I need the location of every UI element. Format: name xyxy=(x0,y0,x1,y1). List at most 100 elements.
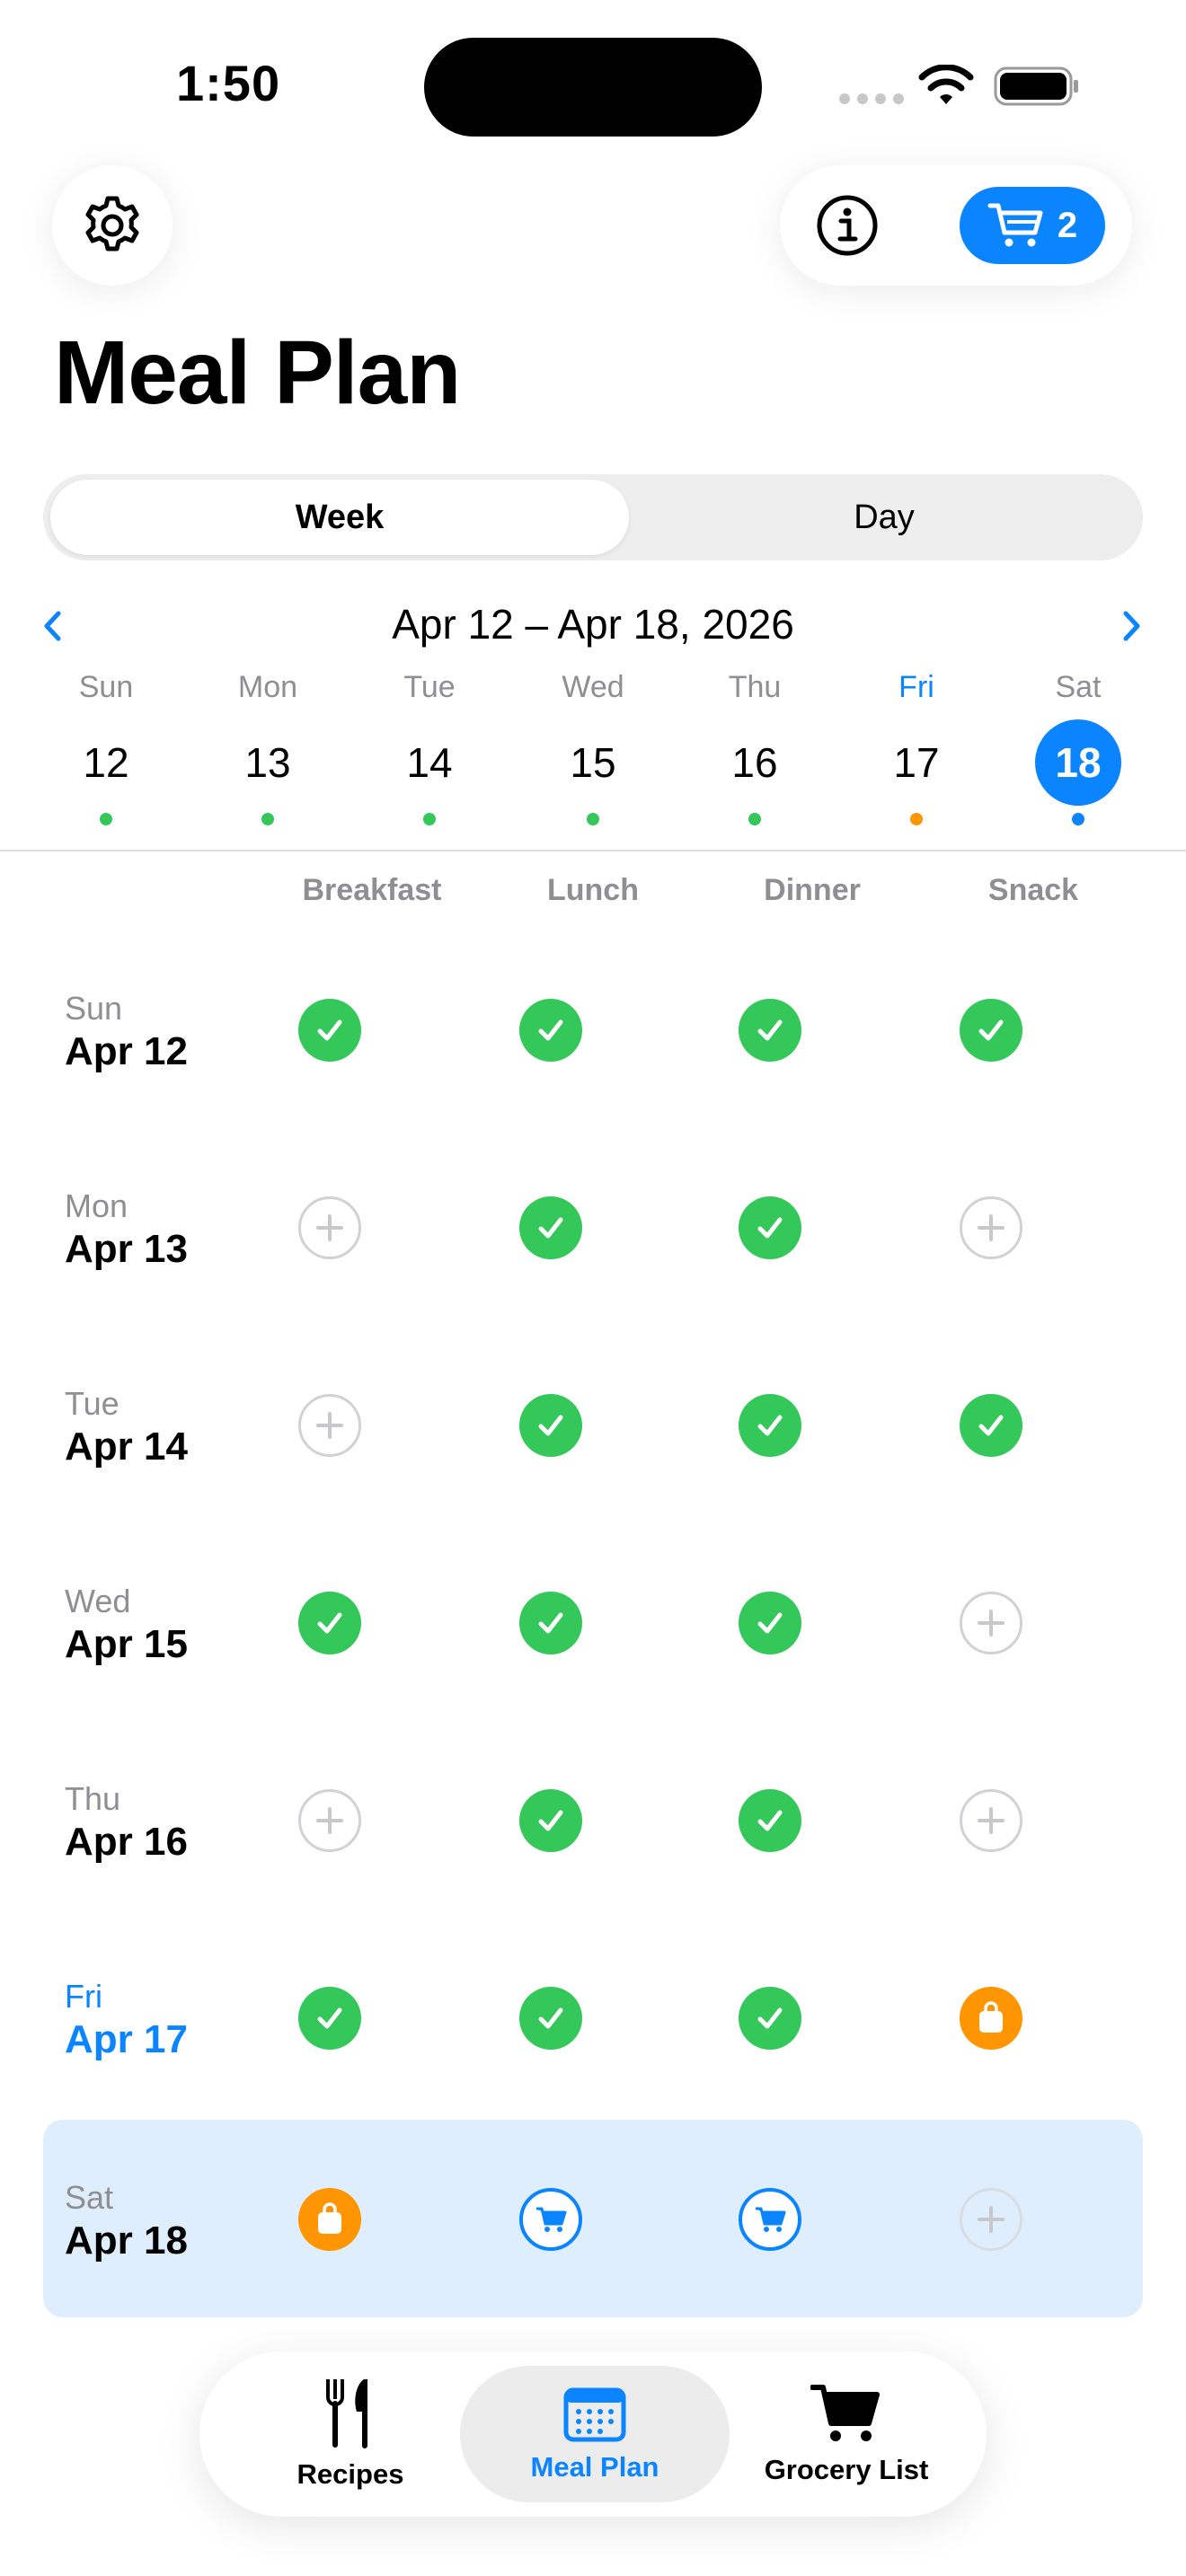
checkmark-icon xyxy=(538,1019,563,1041)
divider xyxy=(0,850,1186,851)
meal-status-done xyxy=(298,1987,361,2050)
meal-slot-dinner[interactable] xyxy=(739,2188,801,2251)
meal-slot-breakfast[interactable] xyxy=(298,1592,361,1654)
cart-icon xyxy=(536,2207,567,2232)
meal-slot-dinner[interactable] xyxy=(739,999,801,1062)
day-status-dot xyxy=(261,813,274,825)
meal-slot-lunch[interactable] xyxy=(519,1592,582,1654)
plus-icon xyxy=(316,1807,343,1834)
calendar-icon xyxy=(563,2387,626,2442)
next-week-button[interactable] xyxy=(1114,602,1150,650)
info-button[interactable] xyxy=(812,190,882,260)
tab-grocery-list[interactable]: Grocery List xyxy=(735,2366,958,2502)
meal-header-lunch: Lunch xyxy=(547,873,639,907)
week-day-thu[interactable]: Thu 16 xyxy=(701,670,809,825)
cart-button[interactable]: 2 xyxy=(960,187,1105,264)
meal-slot-snack[interactable] xyxy=(960,1394,1022,1457)
checkmark-icon xyxy=(757,1415,783,1436)
tab-label: Meal Plan xyxy=(530,2451,659,2483)
week-day-sat[interactable]: Sat 18 xyxy=(1024,670,1132,825)
row-day-label: Fri xyxy=(65,1978,102,2015)
tab-week[interactable]: Week xyxy=(50,480,629,555)
plus-icon xyxy=(978,1807,1005,1834)
day-status-dot xyxy=(1072,813,1084,825)
tab-day[interactable]: Day xyxy=(633,480,1136,555)
meal-slot-breakfast[interactable] xyxy=(298,999,361,1062)
checkmark-icon xyxy=(757,1810,783,1831)
meal-slot-snack[interactable] xyxy=(960,1196,1022,1259)
settings-button[interactable] xyxy=(52,165,173,286)
day-number: 12 xyxy=(83,739,129,786)
battery-icon xyxy=(994,66,1078,106)
row-date-label: Apr 18 xyxy=(65,2219,188,2263)
meal-status-done xyxy=(739,1394,801,1457)
meal-slot-snack[interactable] xyxy=(960,1987,1022,2050)
checkmark-icon xyxy=(757,1019,783,1041)
row-date-label: Apr 14 xyxy=(65,1425,188,1469)
meal-slot-breakfast[interactable] xyxy=(298,1394,361,1457)
checkmark-icon xyxy=(757,1217,783,1239)
tab-label: Recipes xyxy=(296,2458,404,2490)
tab-meal-plan[interactable]: Meal Plan xyxy=(460,2366,730,2502)
meal-status-done xyxy=(739,1987,801,2050)
meal-slot-dinner[interactable] xyxy=(739,1592,801,1654)
tab-bar: Recipes Meal Plan Grocery List xyxy=(199,2351,987,2517)
week-day-mon[interactable]: Mon 13 xyxy=(214,670,322,825)
meal-slot-breakfast[interactable] xyxy=(298,1987,361,2050)
week-day-wed[interactable]: Wed 15 xyxy=(539,670,647,825)
meal-status-empty xyxy=(960,1789,1022,1852)
row-day-label: Sat xyxy=(65,2179,114,2216)
meal-slot-lunch[interactable] xyxy=(519,1987,582,2050)
row-day-label: Tue xyxy=(65,1385,119,1422)
day-status-dot xyxy=(748,813,761,825)
day-number-selected: 18 xyxy=(1035,719,1121,806)
meal-plan-row: Sun Apr 12 xyxy=(43,931,1143,1128)
meal-plan-row: Thu Apr 16 xyxy=(43,1721,1143,1919)
day-status-dot xyxy=(100,813,112,825)
meal-slot-breakfast[interactable] xyxy=(298,2188,361,2251)
checkmark-icon xyxy=(317,1019,342,1041)
week-day-fri[interactable]: Fri 17 xyxy=(863,670,970,825)
day-status-dot xyxy=(910,813,923,825)
meal-plan-row: Fri Apr 17 xyxy=(43,1919,1143,2116)
meal-slot-lunch[interactable] xyxy=(519,1196,582,1259)
checkmark-icon xyxy=(317,1612,342,1634)
plus-icon xyxy=(978,1610,1005,1636)
meal-slot-snack[interactable] xyxy=(960,1592,1022,1654)
meal-slot-lunch[interactable] xyxy=(519,999,582,1062)
meal-slot-lunch[interactable] xyxy=(519,1789,582,1852)
meal-slot-breakfast[interactable] xyxy=(298,1196,361,1259)
meal-plan-row: Wed Apr 15 xyxy=(43,1523,1143,1721)
meal-slot-snack[interactable] xyxy=(960,999,1022,1062)
meal-slot-lunch[interactable] xyxy=(519,2188,582,2251)
day-abbr: Wed xyxy=(562,670,624,704)
checkmark-icon xyxy=(538,1217,563,1239)
meal-slot-snack[interactable] xyxy=(960,2188,1022,2251)
week-day-sun[interactable]: Sun 12 xyxy=(52,670,160,825)
meal-slot-lunch[interactable] xyxy=(519,1394,582,1457)
meal-status-done xyxy=(739,1196,801,1259)
day-status-dot xyxy=(587,813,599,825)
meal-slot-dinner[interactable] xyxy=(739,1789,801,1852)
meal-status-done xyxy=(960,1394,1022,1457)
meal-slot-dinner[interactable] xyxy=(739,1394,801,1457)
shopping-bag-icon xyxy=(318,2202,341,2234)
week-day-tue[interactable]: Tue 14 xyxy=(376,670,483,825)
view-segmented-control: Week Day xyxy=(43,474,1143,560)
day-abbr: Thu xyxy=(728,670,782,704)
meal-header-breakfast: Breakfast xyxy=(302,873,442,907)
tab-recipes[interactable]: Recipes xyxy=(235,2366,465,2502)
meal-slot-dinner[interactable] xyxy=(739,1987,801,2050)
meal-slot-dinner[interactable] xyxy=(739,1196,801,1259)
previous-week-button[interactable] xyxy=(34,602,70,650)
meal-status-done xyxy=(298,999,361,1062)
meal-status-done xyxy=(739,1789,801,1852)
checkmark-icon xyxy=(757,1612,783,1634)
cart-icon xyxy=(810,2385,880,2441)
row-date-label: Apr 15 xyxy=(65,1622,188,1666)
meal-slot-breakfast[interactable] xyxy=(298,1789,361,1852)
meal-slot-snack[interactable] xyxy=(960,1789,1022,1852)
dynamic-island xyxy=(424,38,762,137)
meal-status-empty xyxy=(298,1394,361,1457)
cart-icon xyxy=(756,2207,786,2232)
